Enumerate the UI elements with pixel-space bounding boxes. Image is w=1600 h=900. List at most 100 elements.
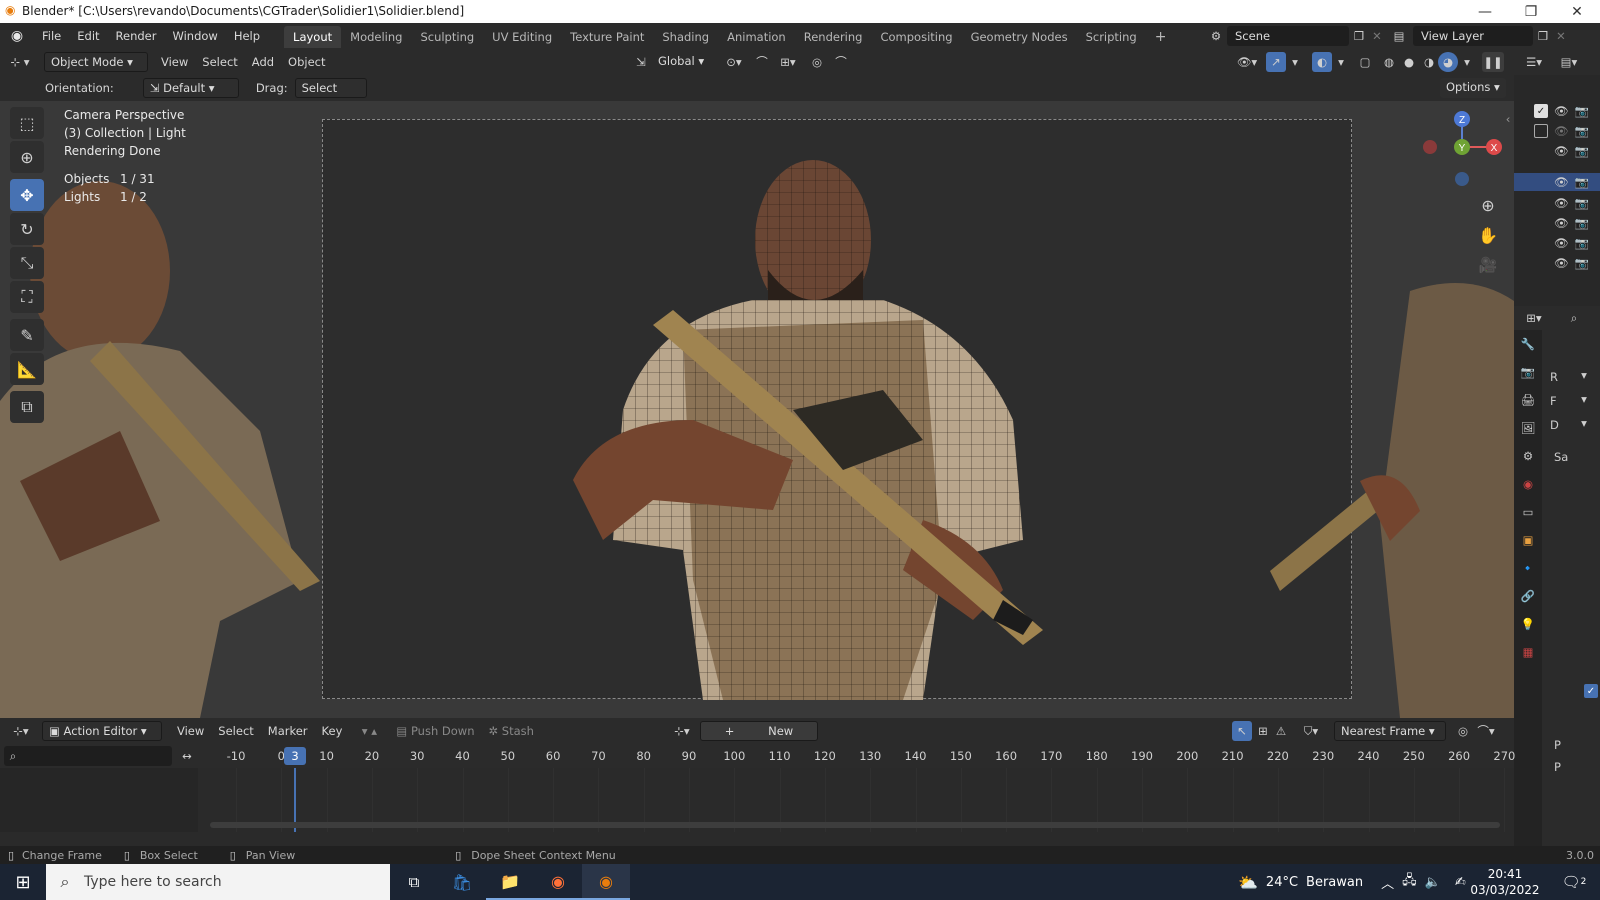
channel-search-input[interactable]: ⌕ bbox=[4, 746, 172, 766]
eye-icon[interactable]: 👁 bbox=[1554, 104, 1569, 118]
menu-file[interactable]: File bbox=[34, 23, 69, 49]
only-selected-icon[interactable]: ↖ bbox=[1232, 721, 1252, 741]
checkbox-icon[interactable]: ✓ bbox=[1584, 684, 1598, 698]
tab-modeling[interactable]: Modeling bbox=[341, 26, 411, 48]
eye-icon[interactable]: 👁 bbox=[1554, 175, 1569, 189]
snap-target-icon[interactable]: ⊞▾ bbox=[774, 55, 802, 69]
properties-search-icon[interactable]: ⌕ bbox=[1554, 311, 1594, 326]
firefox-icon[interactable]: ◉ bbox=[534, 864, 582, 900]
modifier-tab-icon[interactable]: 🔹 bbox=[1514, 554, 1542, 582]
tab-geometry-nodes[interactable]: Geometry Nodes bbox=[962, 26, 1077, 48]
eye-icon[interactable]: 👁 bbox=[1554, 236, 1569, 250]
network-icon[interactable]: 🖧 bbox=[1402, 871, 1417, 893]
camera-icon[interactable]: 📷 bbox=[1575, 124, 1589, 138]
timeline-menu-view[interactable]: View bbox=[170, 724, 211, 738]
collection-tab-icon[interactable]: ▭ bbox=[1514, 498, 1542, 526]
outliner-row[interactable]: ✓ 👁 📷 bbox=[1534, 101, 1589, 121]
snap-icon[interactable]: ⌒ bbox=[752, 54, 772, 70]
tab-texture-paint[interactable]: Texture Paint bbox=[561, 26, 653, 48]
pan-hand-icon[interactable]: ✋ bbox=[1474, 221, 1502, 249]
shading-dropdown-icon[interactable]: ▾ bbox=[1460, 55, 1474, 69]
tray-chevron-up-icon[interactable]: ︿ bbox=[1381, 873, 1394, 892]
blender-taskbar-icon[interactable]: ◉ bbox=[582, 864, 630, 900]
add-cube-tool-icon[interactable]: ⧉ bbox=[10, 391, 44, 423]
eye-icon[interactable]: 👁 bbox=[1554, 256, 1569, 270]
proportional-edit-icon[interactable]: ◎ bbox=[808, 55, 826, 69]
view-layer-icon[interactable]: ▤ bbox=[1385, 29, 1413, 43]
chevron-down-icon[interactable]: ▾ bbox=[1576, 368, 1592, 382]
transform-orientation-dropdown[interactable]: Global ▾ bbox=[652, 52, 712, 72]
action-browse-icon[interactable]: ⊹▾ bbox=[668, 724, 696, 738]
menu-render[interactable]: Render bbox=[108, 23, 165, 49]
timeline-ruler[interactable]: ⌕ ↔ -10 0 10 20 30 40 50 60 70 80 90 100 110 120 130 14… bbox=[0, 744, 1515, 768]
falloff-icon[interactable]: ⌒▾ bbox=[1474, 723, 1498, 739]
checkbox-icon[interactable]: ✓ bbox=[1534, 104, 1548, 118]
camera-icon[interactable]: 📷 bbox=[1575, 236, 1589, 250]
editor-type-icon[interactable]: ⊹ ▾ bbox=[0, 55, 40, 69]
material-shading-icon[interactable]: ◑ bbox=[1420, 55, 1438, 69]
solid-shading-icon[interactable]: ● bbox=[1400, 55, 1418, 69]
show-hidden-icon[interactable]: ⊞ bbox=[1254, 724, 1272, 738]
eye-icon[interactable]: 👁 bbox=[1554, 216, 1569, 230]
gizmo-neg-x-icon[interactable] bbox=[1423, 140, 1437, 154]
pen-icon[interactable]: ✍ bbox=[1455, 875, 1466, 890]
outliner-display-mode-icon[interactable]: ▤▾ bbox=[1554, 55, 1584, 69]
tab-sculpting[interactable]: Sculpting bbox=[411, 26, 483, 48]
gizmo-neg-z-icon[interactable] bbox=[1455, 172, 1469, 186]
visibility-icon[interactable]: 👁▾ bbox=[1232, 55, 1262, 69]
camera-icon[interactable]: 📷 bbox=[1575, 256, 1589, 270]
scene-tab-icon[interactable]: ⚙ bbox=[1514, 442, 1542, 470]
constraint-tab-icon[interactable]: 🔗 bbox=[1514, 582, 1542, 610]
swap-arrows-icon[interactable]: ↔ bbox=[176, 746, 198, 766]
delete-scene-icon[interactable]: ✕ bbox=[1369, 29, 1385, 43]
camera-icon[interactable]: 📷 bbox=[1575, 216, 1589, 230]
timeline-menu-select[interactable]: Select bbox=[211, 724, 260, 738]
outliner-row-selected[interactable]: 👁 📷 bbox=[1514, 173, 1600, 191]
store-icon[interactable]: 🛍 bbox=[438, 864, 486, 900]
rendered-shading-icon[interactable]: ◕ bbox=[1438, 52, 1458, 72]
navigation-gizmo[interactable]: Z X Y bbox=[1414, 105, 1504, 195]
stash-button[interactable]: ✲ Stash bbox=[481, 724, 540, 738]
camera-icon[interactable]: 📷 bbox=[1575, 196, 1589, 210]
tool-tab-icon[interactable]: 🔧 bbox=[1514, 330, 1542, 358]
select-box-tool-icon[interactable]: ⬚ bbox=[10, 107, 44, 139]
zoom-icon[interactable]: ⊕ bbox=[1474, 191, 1502, 219]
world-tab-icon[interactable]: ◉ bbox=[1514, 470, 1542, 498]
pivot-point-icon[interactable]: ⊙▾ bbox=[720, 55, 748, 69]
volume-icon[interactable]: 🔈 bbox=[1425, 875, 1441, 890]
camera-icon[interactable]: 📷 bbox=[1575, 144, 1589, 158]
snap-mode-dropdown[interactable]: Nearest Frame ▾ bbox=[1334, 721, 1446, 741]
weather-icon[interactable]: ⛅ bbox=[1238, 873, 1258, 892]
scene-selector[interactable]: Scene bbox=[1227, 26, 1349, 46]
new-scene-icon[interactable]: ❐ bbox=[1349, 29, 1369, 43]
orientation-dropdown[interactable]: ⇲ Default ▾ bbox=[142, 78, 239, 98]
outliner-row[interactable]: 👁 📷 bbox=[1554, 213, 1589, 233]
view-layer-tab-icon[interactable]: 🖼 bbox=[1514, 414, 1542, 442]
tab-animation[interactable]: Animation bbox=[718, 26, 795, 48]
object-tab-icon[interactable]: ▣ bbox=[1514, 526, 1542, 554]
task-view-icon[interactable]: ⧉ bbox=[390, 864, 438, 900]
outliner-row[interactable]: 👁 📷 bbox=[1554, 193, 1589, 213]
outliner-row[interactable]: 👁 📷 bbox=[1554, 141, 1589, 161]
timeline-menu-marker[interactable]: Marker bbox=[261, 724, 315, 738]
menu-window[interactable]: Window bbox=[164, 23, 225, 49]
mode-dropdown[interactable]: Object Mode ▾ bbox=[44, 52, 148, 72]
outliner-row[interactable]: 👁 📷 bbox=[1554, 233, 1589, 253]
action-editor-dropdown[interactable]: ▣ Action Editor ▾ bbox=[42, 721, 162, 741]
gizmo-dropdown-icon[interactable]: ▾ bbox=[1288, 55, 1302, 69]
taskbar-search-input[interactable]: ⌕ Type here to search bbox=[46, 864, 390, 900]
options-dropdown[interactable]: Options ▾ bbox=[1440, 78, 1506, 98]
data-tab-icon[interactable]: 💡 bbox=[1514, 610, 1542, 638]
layer-arrows-icon[interactable]: ▾ ▴ bbox=[349, 724, 389, 738]
tab-uv-editing[interactable]: UV Editing bbox=[483, 26, 561, 48]
menu-help[interactable]: Help bbox=[226, 23, 268, 49]
outliner-row[interactable]: 👁 📷 bbox=[1534, 121, 1589, 141]
tab-compositing[interactable]: Compositing bbox=[871, 26, 961, 48]
eye-icon[interactable]: 👁 bbox=[1554, 144, 1569, 158]
properties-editor-type-icon[interactable]: ⊞▾ bbox=[1514, 311, 1554, 325]
viewport-menu-view[interactable]: View bbox=[154, 55, 195, 69]
new-action-button[interactable]: + New bbox=[700, 721, 818, 741]
viewport-menu-object[interactable]: Object bbox=[281, 55, 332, 69]
minimize-button[interactable]: — bbox=[1462, 0, 1508, 23]
cursor-tool-icon[interactable]: ⊕ bbox=[10, 141, 44, 173]
